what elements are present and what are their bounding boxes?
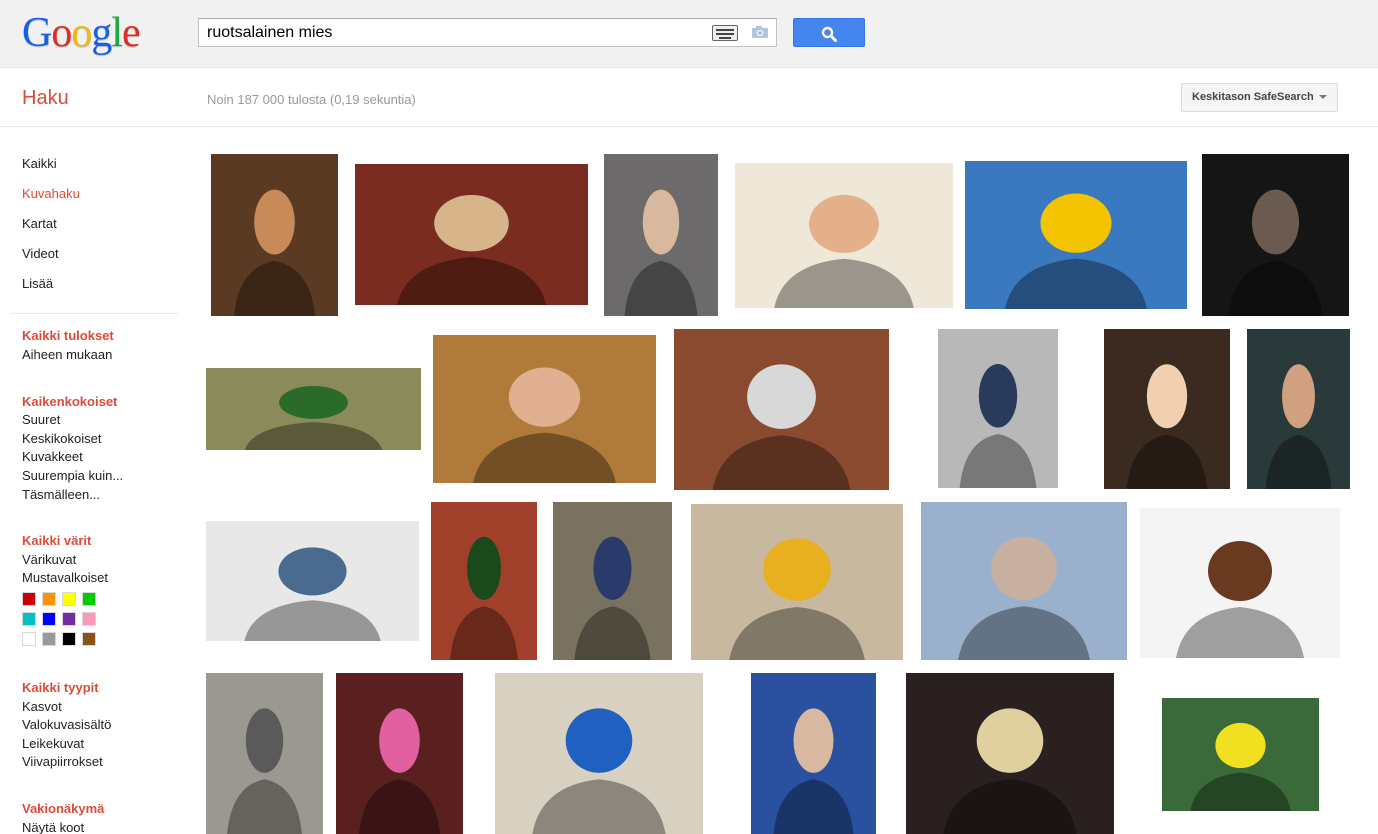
camera-icon[interactable] xyxy=(751,25,769,39)
top-bar: Google xyxy=(0,0,1378,68)
view-standard-head[interactable]: Vakionäkymä xyxy=(22,801,104,816)
left-nav: Kaikki Kuvahaku Kartat Videot Lisää Kaik… xyxy=(0,128,180,834)
search-icon xyxy=(821,26,837,42)
color-swatch[interactable] xyxy=(42,592,56,606)
image-result[interactable] xyxy=(1202,154,1349,316)
image-result[interactable] xyxy=(1247,329,1350,489)
image-result[interactable] xyxy=(938,329,1058,488)
safesearch-label: Keskitason SafeSearch xyxy=(1192,91,1314,103)
nav-item-videot[interactable]: Videot xyxy=(22,246,59,261)
color-swatch[interactable] xyxy=(82,592,96,606)
nav-item-kaikki[interactable]: Kaikki xyxy=(22,156,57,171)
filter-type-photo[interactable]: Valokuvasisältö xyxy=(22,717,111,732)
filter-type-clipart[interactable]: Leikekuvat xyxy=(22,736,84,751)
image-result[interactable] xyxy=(206,521,419,641)
image-result[interactable] xyxy=(604,154,718,316)
color-swatch[interactable] xyxy=(42,612,56,626)
image-result[interactable] xyxy=(691,504,903,660)
filter-type-lineart[interactable]: Viivapiirrokset xyxy=(22,754,103,769)
view-show-sizes[interactable]: Näytä koot xyxy=(22,820,84,834)
color-swatch[interactable] xyxy=(62,592,76,606)
filter-size-medium[interactable]: Keskikokoiset xyxy=(22,431,101,446)
image-result[interactable] xyxy=(553,502,672,660)
color-swatch[interactable] xyxy=(42,632,56,646)
search-button[interactable] xyxy=(793,18,865,47)
nav-divider xyxy=(10,313,178,314)
filter-size-icon[interactable]: Kuvakkeet xyxy=(22,449,83,464)
results-header: Haku Noin 187 000 tulosta (0,19 sekuntia… xyxy=(0,69,1378,127)
image-result[interactable] xyxy=(1162,698,1319,811)
filter-size-exactly[interactable]: Täsmälleen... xyxy=(22,487,100,502)
filter-color-full[interactable]: Värikuvat xyxy=(22,552,76,567)
chevron-down-icon xyxy=(1318,95,1327,100)
safesearch-dropdown[interactable]: Keskitason SafeSearch xyxy=(1181,83,1338,112)
image-result[interactable] xyxy=(1140,508,1340,658)
logo-letter: g xyxy=(91,10,112,56)
image-result[interactable] xyxy=(1104,329,1230,489)
filter-size-large[interactable]: Suuret xyxy=(22,412,60,427)
filter-size-head[interactable]: Kaikenkokoiset xyxy=(22,394,117,409)
nav-item-lisaa[interactable]: Lisää xyxy=(22,276,53,291)
filter-results-head[interactable]: Kaikki tulokset xyxy=(22,328,114,343)
nav-item-kartat[interactable]: Kartat xyxy=(22,216,57,231)
color-swatch[interactable] xyxy=(62,612,76,626)
logo-letter: o xyxy=(71,10,92,56)
image-result[interactable] xyxy=(906,673,1114,834)
image-result[interactable] xyxy=(921,502,1127,660)
logo-letter: G xyxy=(22,10,52,56)
filter-type-face[interactable]: Kasvot xyxy=(22,699,62,714)
image-result[interactable] xyxy=(206,368,421,450)
color-swatch[interactable] xyxy=(22,592,36,606)
filter-type-head[interactable]: Kaikki tyypit xyxy=(22,680,99,695)
image-result[interactable] xyxy=(965,161,1187,309)
page-title: Haku xyxy=(22,87,69,109)
color-swatch[interactable] xyxy=(82,632,96,646)
image-result[interactable] xyxy=(431,502,537,660)
image-result[interactable] xyxy=(355,164,588,305)
logo-letter: e xyxy=(122,10,141,56)
image-result[interactable] xyxy=(751,673,876,834)
search-input[interactable] xyxy=(199,19,704,46)
logo-letter: l xyxy=(111,10,123,56)
search-box xyxy=(198,18,777,47)
image-result[interactable] xyxy=(336,673,463,834)
color-swatch[interactable] xyxy=(82,612,96,626)
image-result[interactable] xyxy=(674,329,889,490)
image-result[interactable] xyxy=(735,163,953,308)
google-logo[interactable]: Google xyxy=(22,10,141,56)
image-result[interactable] xyxy=(433,335,656,483)
color-swatch[interactable] xyxy=(22,612,36,626)
image-result[interactable] xyxy=(206,673,323,834)
filter-color-head[interactable]: Kaikki värit xyxy=(22,533,91,548)
result-stats: Noin 187 000 tulosta (0,19 sekuntia) xyxy=(207,92,416,107)
color-swatch[interactable] xyxy=(62,632,76,646)
nav-item-kuvahaku[interactable]: Kuvahaku xyxy=(22,186,80,201)
color-swatch[interactable] xyxy=(22,632,36,646)
image-result[interactable] xyxy=(495,673,703,834)
image-result[interactable] xyxy=(211,154,338,316)
keyboard-icon[interactable] xyxy=(712,25,738,41)
image-results-grid xyxy=(190,128,1378,834)
logo-letter: o xyxy=(51,10,72,56)
filter-by-topic[interactable]: Aiheen mukaan xyxy=(22,347,112,362)
filter-color-bw[interactable]: Mustavalkoiset xyxy=(22,570,108,585)
filter-size-larger-than[interactable]: Suurempia kuin... xyxy=(22,468,123,483)
